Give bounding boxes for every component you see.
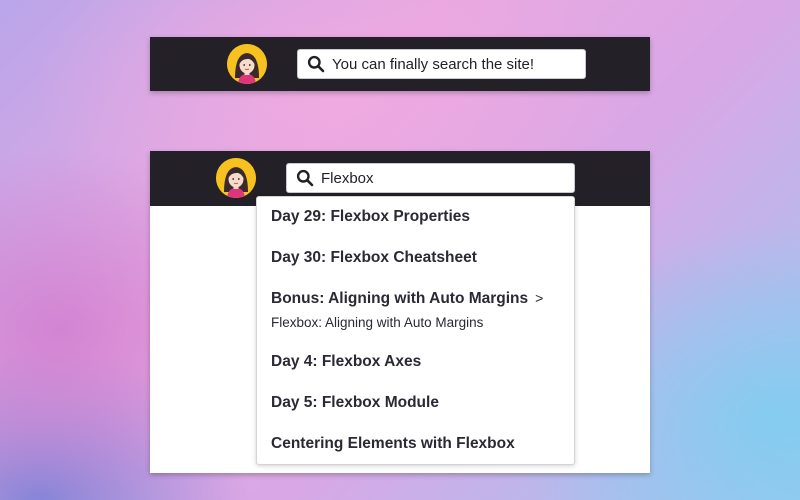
search-input[interactable]: Flexbox bbox=[286, 163, 575, 193]
search-result-item[interactable]: Day 30: Flexbox Cheatsheet bbox=[271, 249, 567, 267]
search-input-value: You can finally search the site! bbox=[332, 55, 535, 73]
top-navbar: You can finally search the site! bbox=[150, 37, 650, 91]
search-result-title: Bonus: Aligning with Auto Margins bbox=[271, 290, 529, 307]
search-input[interactable]: You can finally search the site! bbox=[297, 49, 586, 79]
search-result-item[interactable]: Day 29: Flexbox Properties bbox=[271, 208, 567, 226]
avatar[interactable] bbox=[216, 158, 256, 198]
search-result-title: Day 4: Flexbox Axes bbox=[271, 353, 422, 370]
avatar-face-icon bbox=[216, 158, 256, 198]
search-icon bbox=[296, 169, 314, 187]
search-result-item[interactable]: Day 4: Flexbox Axes bbox=[271, 353, 567, 371]
search-result-title: Day 30: Flexbox Cheatsheet bbox=[271, 249, 477, 266]
avatar[interactable] bbox=[227, 44, 267, 84]
search-result-title: Day 29: Flexbox Properties bbox=[271, 208, 470, 225]
search-results-dropdown: Day 29: Flexbox Properties Day 30: Flexb… bbox=[256, 196, 575, 465]
search-result-item[interactable]: Day 5: Flexbox Module bbox=[271, 394, 567, 412]
search-icon bbox=[307, 55, 325, 73]
search-input-value: Flexbox bbox=[321, 169, 374, 187]
search-result-subtitle: Flexbox: Aligning with Auto Margins bbox=[271, 315, 484, 330]
search-result-item[interactable]: Centering Elements with Flexbox bbox=[271, 435, 567, 453]
breadcrumb-separator: > bbox=[535, 290, 544, 306]
search-result-title: Day 5: Flexbox Module bbox=[271, 394, 439, 411]
avatar-face-icon bbox=[227, 44, 267, 84]
search-result-item[interactable]: Bonus: Aligning with Auto Margins > Flexb… bbox=[271, 290, 567, 330]
search-result-title: Centering Elements with Flexbox bbox=[271, 435, 515, 452]
